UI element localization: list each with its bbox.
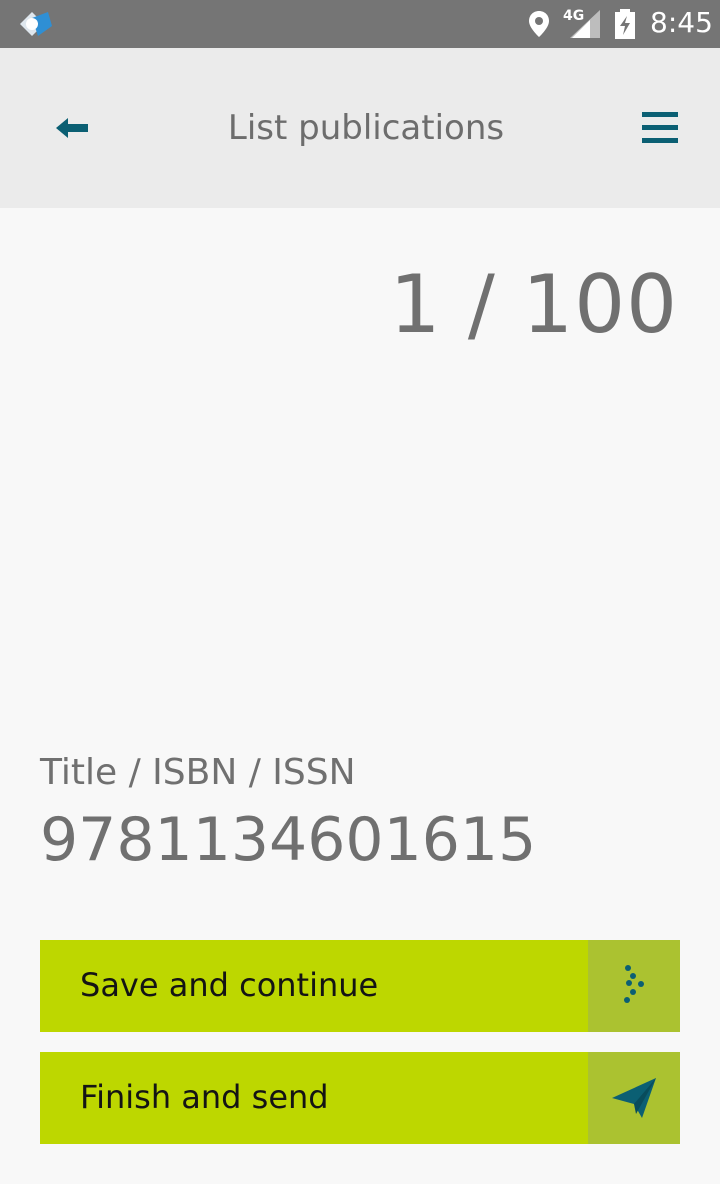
- finish-and-send-label: Finish and send: [80, 1078, 329, 1116]
- app-bar: List publications: [0, 48, 720, 208]
- dots-arrow-icon: [624, 965, 644, 1003]
- send-icon-box: [588, 1052, 680, 1144]
- field-label: Title / ISBN / ISSN: [40, 752, 356, 793]
- save-and-continue-label: Save and continue: [80, 966, 379, 1004]
- save-icon-box: [588, 940, 680, 1032]
- location-icon: [529, 11, 549, 37]
- battery-icon: [615, 9, 635, 39]
- isbn-value[interactable]: 9781134601615: [40, 805, 536, 875]
- clock: 8:45: [650, 6, 713, 39]
- app-icon: [20, 12, 52, 36]
- paper-plane-icon: [612, 1078, 656, 1118]
- finish-and-send-button[interactable]: Finish and send: [40, 1052, 680, 1144]
- menu-button[interactable]: [634, 106, 686, 150]
- status-bar: 4G 8:45: [0, 0, 720, 48]
- signal-icon: [570, 10, 600, 38]
- page-title: List publications: [227, 108, 505, 148]
- save-and-continue-button[interactable]: Save and continue: [40, 940, 680, 1032]
- hamburger-menu-icon: [642, 112, 678, 143]
- item-counter: 1 / 100: [389, 258, 678, 351]
